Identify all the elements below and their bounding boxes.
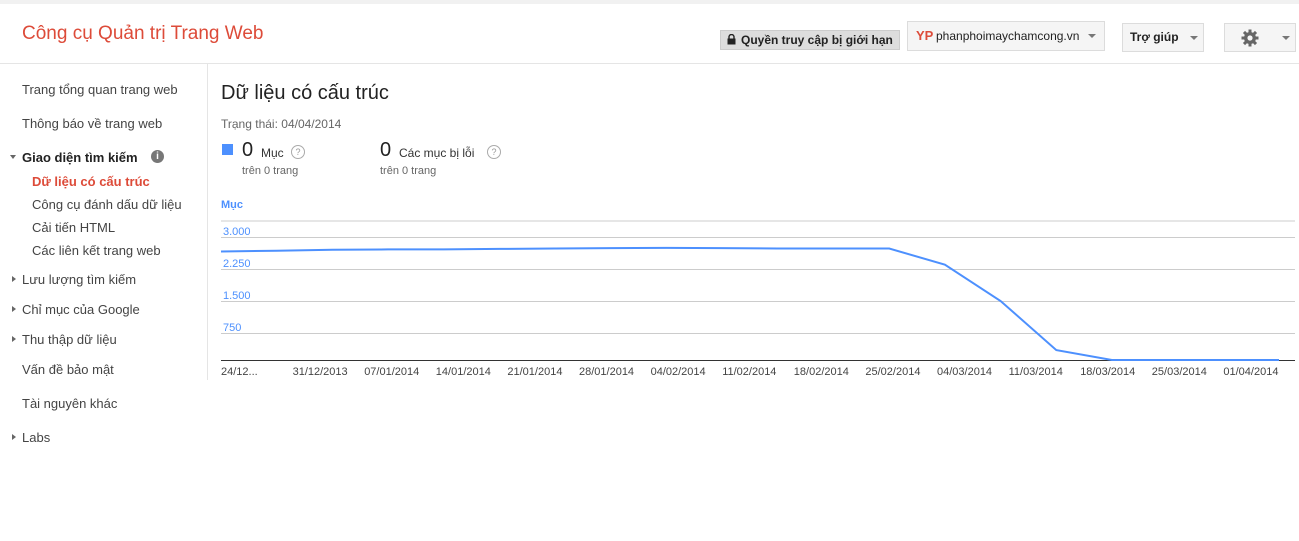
sidebar-item-data-highlighter[interactable]: Công cụ đánh dấu dữ liệu: [32, 197, 182, 212]
y-tick-label: 1.500: [223, 290, 251, 302]
items-pages: trên 0 trang: [242, 165, 299, 177]
sidebar-item-labs[interactable]: Labs: [22, 430, 50, 445]
expand-down-icon: [10, 155, 16, 159]
expand-right-icon: [12, 276, 16, 282]
sidebar-item-security-issues[interactable]: Vấn đề bảo mật: [22, 362, 114, 377]
sidebar-item-messages[interactable]: Thông báo về trang web: [22, 116, 162, 131]
y-tick-label: 750: [223, 322, 241, 334]
limited-access-label: Quyền truy cập bị giới hạn: [741, 33, 893, 47]
error-items-pages: trên 0 trang: [380, 165, 437, 177]
x-tick-label: 24/12...: [221, 366, 258, 378]
sidebar-item-crawl[interactable]: Thu thập dữ liệu: [22, 332, 117, 347]
expand-right-icon: [12, 336, 16, 342]
x-tick-label: 07/01/2014: [364, 366, 419, 378]
y-tick-label: 3.000: [223, 226, 251, 238]
sidebar-item-structured-data[interactable]: Dữ liệu có cấu trúc: [32, 174, 150, 189]
help-icon[interactable]: ?: [291, 145, 305, 159]
lock-icon: [727, 34, 736, 45]
sidebar-item-html-improvements[interactable]: Cải tiến HTML: [32, 220, 115, 235]
status-label: Trạng thái:: [221, 117, 278, 131]
chevron-down-icon: [1282, 36, 1290, 40]
site-name: phanphoimaychamcong.vn: [936, 29, 1080, 43]
header: Công cụ Quản trị Trang Web Quyền truy cậ…: [0, 4, 1299, 64]
x-tick-label: 04/02/2014: [651, 366, 706, 378]
y-tick-label: 2.250: [223, 258, 251, 270]
items-legend-swatch: [222, 144, 233, 155]
x-tick-label: 25/02/2014: [865, 366, 920, 378]
x-tick-label: 11/02/2014: [722, 366, 776, 378]
sidebar-item-search-appearance[interactable]: Giao diện tìm kiếm: [22, 150, 138, 165]
series-line: [220, 246, 1279, 361]
info-icon[interactable]: i: [151, 150, 164, 163]
x-tick-label: 31/12/2013: [293, 366, 348, 378]
chevron-down-icon: [1190, 36, 1198, 40]
x-tick-label: 04/03/2014: [937, 366, 992, 378]
status-date: 04/04/2014: [281, 117, 342, 131]
site-selector[interactable]: YP phanphoimaychamcong.vn: [907, 21, 1105, 51]
x-tick-label: 11/03/2014: [1009, 366, 1063, 378]
items-count: 0: [242, 139, 254, 161]
error-items-label: Các mục bị lỗi: [399, 146, 475, 160]
x-tick-label: 14/01/2014: [436, 366, 491, 378]
expand-right-icon: [12, 434, 16, 440]
settings-button[interactable]: [1224, 23, 1296, 52]
site-logo: YP: [916, 28, 934, 43]
help-button[interactable]: Trợ giúp: [1122, 23, 1204, 52]
chevron-down-icon: [1088, 34, 1096, 38]
x-tick-label: 01/04/2014: [1223, 366, 1278, 378]
help-label: Trợ giúp: [1130, 30, 1179, 44]
page-title: Dữ liệu có cấu trúc: [221, 82, 389, 104]
sidebar-item-search-traffic[interactable]: Lưu lượng tìm kiếm: [22, 272, 136, 287]
sidebar-item-overview[interactable]: Trang tổng quan trang web: [22, 82, 178, 97]
app-title[interactable]: Công cụ Quản trị Trang Web: [22, 23, 264, 45]
sidebar-item-other-resources[interactable]: Tài nguyên khác: [22, 396, 117, 411]
x-tick-label: 18/03/2014: [1080, 366, 1135, 378]
error-items-count: 0: [380, 139, 392, 161]
expand-right-icon: [12, 306, 16, 312]
status-line: Trạng thái: 04/04/2014: [221, 117, 341, 131]
limited-access-badge: Quyền truy cập bị giới hạn: [720, 30, 900, 50]
x-tick-label: 21/01/2014: [507, 366, 562, 378]
gear-icon: [1241, 29, 1259, 47]
help-icon[interactable]: ?: [487, 145, 501, 159]
x-tick-label: 18/02/2014: [794, 366, 849, 378]
x-tick-label: 28/01/2014: [579, 366, 634, 378]
x-tick-label: 25/03/2014: [1152, 366, 1207, 378]
y-axis-label: Mục: [221, 199, 243, 211]
items-label: Mục: [261, 146, 284, 160]
items-line-chart: Mục 3.000 2.250 1.500 750 24/12... 31/12/2013 0…: [220, 199, 1295, 378]
sidebar-item-google-index[interactable]: Chỉ mục của Google: [22, 302, 140, 317]
sidebar-item-sitelinks[interactable]: Các liên kết trang web: [32, 243, 161, 258]
